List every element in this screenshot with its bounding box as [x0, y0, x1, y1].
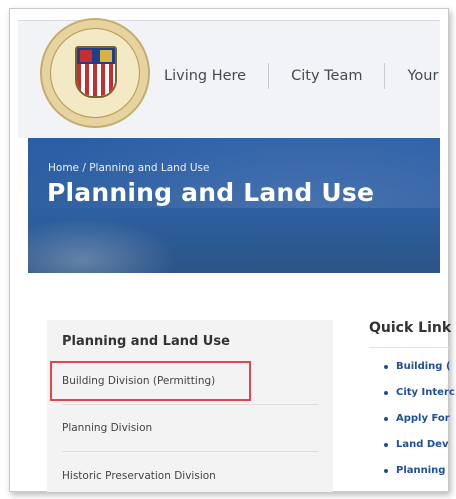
page-title: Planning and Land Use: [47, 178, 375, 207]
quick-link-item[interactable]: Land Dev: [384, 438, 455, 464]
quick-link-item[interactable]: Planning: [384, 464, 455, 490]
divider: [369, 347, 449, 348]
breadcrumb[interactable]: Home / Planning and Land Use: [48, 162, 209, 174]
divider: [62, 451, 318, 452]
nav-living-here[interactable]: Living Here: [164, 63, 268, 89]
sidebar-item-planning-division[interactable]: Planning Division: [62, 422, 317, 434]
city-seal-logo[interactable]: [40, 18, 150, 128]
sidebar-nav: Planning and Land Use Building Division …: [47, 320, 333, 492]
seal-shield-icon: [75, 46, 117, 98]
quick-links-list: Building ( City Interc Apply For Land De…: [384, 360, 455, 490]
nav-city-team[interactable]: City Team: [268, 63, 384, 89]
main-nav: Living Here City Team Your: [164, 63, 456, 89]
divider: [62, 404, 318, 405]
sidebar-item-historic-preservation[interactable]: Historic Preservation Division: [62, 470, 317, 482]
highlight-box: [50, 361, 251, 401]
quick-link-item[interactable]: Apply For: [384, 412, 455, 438]
quick-links-title: Quick Link: [369, 320, 452, 336]
sidebar-title: Planning and Land Use: [62, 334, 230, 349]
hero-banner: Home / Planning and Land Use Planning an…: [28, 138, 440, 273]
quick-link-item[interactable]: City Interc: [384, 386, 455, 412]
nav-your[interactable]: Your: [384, 63, 456, 89]
quick-link-item[interactable]: Building (: [384, 360, 455, 386]
